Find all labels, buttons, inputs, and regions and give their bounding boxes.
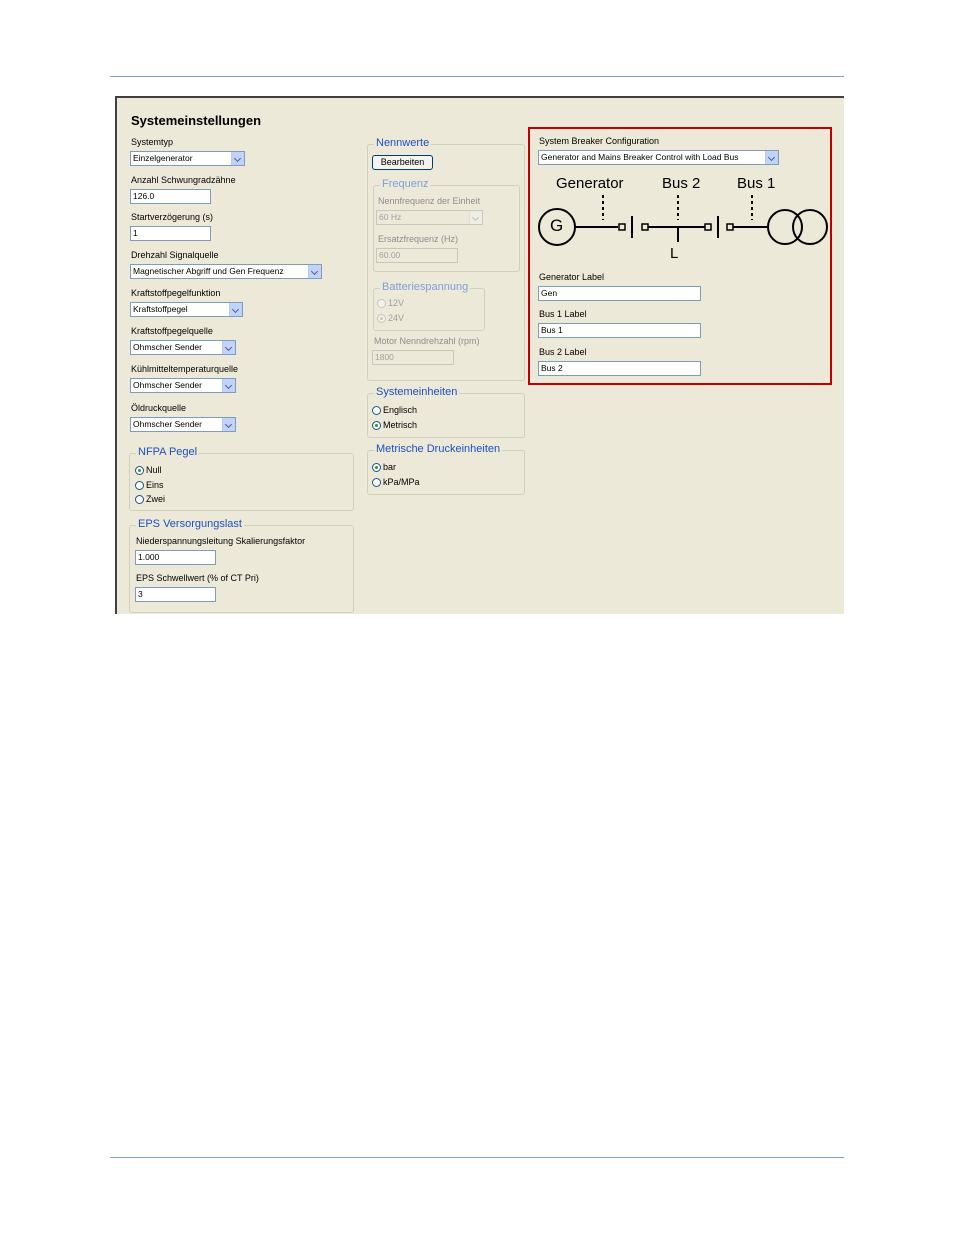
bus1-label-input[interactable]: Bus 1: [538, 323, 701, 338]
systemeinheiten-group: Systemeinheiten: [367, 386, 525, 438]
transformer-symbol-right: [792, 209, 828, 245]
ersatzfrequenz-label: Ersatzfrequenz (Hz): [378, 234, 459, 244]
bus1-label-caption: Bus 1 Label: [539, 309, 587, 319]
radio-unchecked-icon[interactable]: [377, 299, 386, 308]
page-title: Systemeinstellungen: [131, 113, 262, 128]
radio-unchecked-icon[interactable]: [135, 495, 144, 504]
generator-label-caption: Generator Label: [539, 272, 605, 282]
systemeinheiten-option-englisch[interactable]: Englisch: [372, 405, 417, 415]
systemtyp-label: Systemtyp: [131, 137, 174, 147]
nfpa-option-zwei[interactable]: Zwei: [135, 494, 165, 504]
batterie-option-12v[interactable]: 12V: [377, 298, 404, 308]
startverzoegerung-input[interactable]: 1: [130, 226, 211, 241]
kraftstoffpegelquelle-label: Kraftstoffpegelquelle: [131, 326, 213, 336]
druck-option-bar[interactable]: bar: [372, 462, 396, 472]
druck-option-kpa[interactable]: kPa/MPa: [372, 477, 420, 487]
systemeinheiten-option-label: Metrisch: [383, 420, 418, 430]
radio-unchecked-icon[interactable]: [372, 478, 381, 487]
bus2-label-input[interactable]: Bus 2: [538, 361, 701, 376]
nennwerte-title: Nennwerte: [374, 137, 432, 149]
systemeinheiten-option-metrisch[interactable]: Metrisch: [372, 420, 417, 430]
batterie-group: Batteriespannung: [373, 281, 485, 331]
schwungrad-input[interactable]: 126.0: [130, 189, 211, 204]
radio-checked-icon[interactable]: [377, 314, 386, 323]
nfpa-option-eins[interactable]: Eins: [135, 480, 164, 490]
eps-factor-label: Niederspannungsleitung Skalierungsfaktor: [136, 536, 306, 546]
generator-label-input[interactable]: Gen: [538, 286, 701, 301]
chevron-down-icon[interactable]: [222, 379, 235, 392]
chevron-down-icon[interactable]: [765, 151, 778, 164]
breaker-config-label: System Breaker Configuration: [539, 136, 660, 146]
breaker-diagram: [538, 195, 828, 246]
oeldruck-label: Öldruckquelle: [131, 403, 187, 413]
footer-rule: [110, 1157, 844, 1158]
systemtyp-select[interactable]: Einzelgenerator: [130, 151, 245, 166]
nfpa-option-label: Null: [146, 465, 162, 475]
drehzahl-label: Drehzahl Signalquelle: [131, 250, 219, 260]
kuehlmittel-value: Ohmscher Sender: [133, 380, 202, 390]
kraftstoffpegelquelle-value: Ohmscher Sender: [133, 342, 202, 352]
batterie-option-24v[interactable]: 24V: [377, 313, 404, 323]
systemeinheiten-title: Systemeinheiten: [374, 386, 460, 398]
nennfrequenz-label: Nennfrequenz der Einheit: [378, 196, 481, 206]
nfpa-title: NFPA Pegel: [136, 446, 200, 458]
kuehlmittel-label: Kühlmitteltemperaturquelle: [131, 364, 239, 374]
motor-input[interactable]: 1800: [372, 350, 454, 365]
druck-group: Metrische Druckeinheiten: [367, 443, 525, 495]
chevron-down-icon[interactable]: [231, 152, 244, 165]
drehzahl-select[interactable]: Magnetischer Abgriff und Gen Frequenz: [130, 264, 322, 279]
frequenz-title: Frequenz: [380, 178, 431, 190]
radio-checked-icon[interactable]: [372, 463, 381, 472]
kraftstoffpegelquelle-select[interactable]: Ohmscher Sender: [130, 340, 236, 355]
chevron-down-icon[interactable]: [308, 265, 321, 278]
systemtyp-value: Einzelgenerator: [133, 153, 193, 163]
breaker-config-value: Generator and Mains Breaker Control with…: [541, 152, 739, 162]
systemeinheiten-option-label: Englisch: [383, 405, 418, 415]
bus2-label-caption: Bus 2 Label: [539, 347, 587, 357]
kraftstoffpegelfunktion-value: Kraftstoffpegel: [133, 304, 188, 314]
schwungrad-label: Anzahl Schwungradzähne: [131, 175, 236, 185]
batterie-title: Batteriespannung: [380, 281, 471, 293]
nennfrequenz-value: 60 Hz: [379, 212, 402, 222]
kraftstoffpegelfunktion-select[interactable]: Kraftstoffpegel: [130, 302, 243, 317]
kraftstoffpegelfunktion-label: Kraftstoffpegelfunktion: [131, 288, 221, 298]
batterie-option-label: 12V: [388, 298, 405, 308]
batterie-option-label: 24V: [388, 313, 405, 323]
kuehlmittel-select[interactable]: Ohmscher Sender: [130, 378, 236, 393]
oeldruck-select[interactable]: Ohmscher Sender: [130, 417, 236, 432]
nfpa-option-null[interactable]: Null: [135, 465, 162, 475]
radio-checked-icon[interactable]: [135, 466, 144, 475]
header-rule: [110, 76, 844, 77]
chevron-down-icon[interactable]: [222, 341, 235, 354]
chevron-down-icon[interactable]: [222, 418, 235, 431]
ersatzfrequenz-input[interactable]: 60.00: [376, 248, 458, 263]
druck-option-label: kPa/MPa: [383, 477, 420, 487]
load-label: L: [670, 245, 679, 262]
breaker-config-select[interactable]: Generator and Mains Breaker Control with…: [538, 150, 779, 165]
oeldruck-value: Ohmscher Sender: [133, 419, 202, 429]
druck-option-label: bar: [383, 462, 397, 472]
chevron-down-icon[interactable]: [469, 211, 482, 224]
nfpa-option-label: Zwei: [146, 494, 166, 504]
generator-symbol-letter: G: [550, 216, 564, 235]
eps-threshold-input[interactable]: 3: [135, 587, 216, 602]
nennfrequenz-select[interactable]: 60 Hz: [376, 210, 483, 225]
radio-unchecked-icon[interactable]: [372, 406, 381, 415]
startverzoegerung-label: Startverzögerung (s): [131, 212, 214, 222]
eps-threshold-label: EPS Schwellwert (% of CT Pri): [136, 573, 259, 583]
radio-unchecked-icon[interactable]: [135, 481, 144, 490]
druck-title: Metrische Druckeinheiten: [374, 443, 503, 455]
bearbeiten-button[interactable]: Bearbeiten: [372, 155, 433, 170]
nfpa-option-label: Eins: [146, 480, 164, 490]
drehzahl-value: Magnetischer Abgriff und Gen Frequenz: [133, 266, 284, 276]
radio-checked-icon[interactable]: [372, 421, 381, 430]
motor-label: Motor Nenndrehzahl (rpm): [374, 336, 480, 346]
eps-factor-input[interactable]: 1.000: [135, 550, 216, 565]
chevron-down-icon[interactable]: [229, 303, 242, 316]
eps-title: EPS Versorgungslast: [136, 518, 244, 530]
